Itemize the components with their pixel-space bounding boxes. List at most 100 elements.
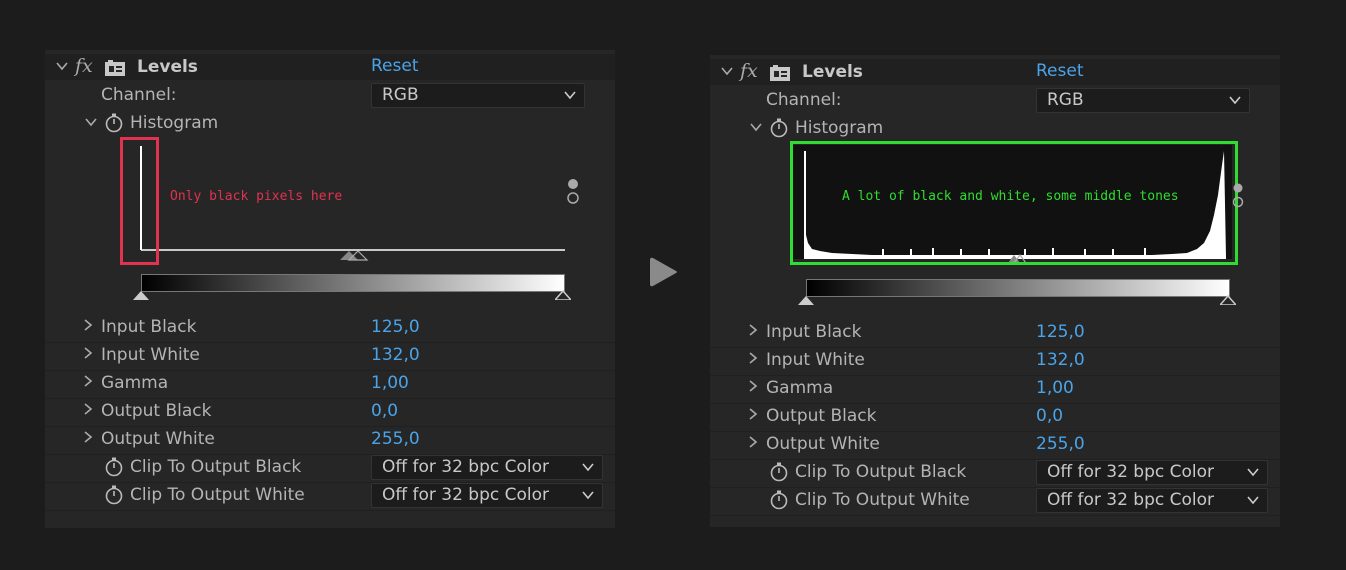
param-label: Output White [101,429,215,449]
param-value[interactable]: 132,0 [1036,350,1085,370]
param-row[interactable]: Input White 132,0 [45,342,615,371]
chevron-right-icon[interactable] [746,408,760,424]
stopwatch-icon[interactable] [770,490,788,510]
chevron-down-icon [1247,468,1259,477]
stopwatch-icon[interactable] [770,462,788,482]
chevron-right-icon[interactable] [81,319,95,335]
effect-header[interactable]: fx Levels Reset [710,59,1280,85]
chevron-right-icon[interactable] [746,324,760,340]
histogram-mode-toggle[interactable] [1232,183,1244,209]
chevron-right-icon[interactable] [81,375,95,391]
param-label: Input Black [766,322,862,342]
param-value[interactable]: 1,00 [1036,378,1074,398]
highlight-box [120,137,159,265]
clip-row: Clip To Output Black Off for 32 bpc Colo… [710,459,1280,488]
histogram-label: Histogram [130,113,219,133]
clip-value: Off for 32 bpc Color [1047,462,1215,482]
param-value[interactable]: 0,0 [371,401,398,421]
chevron-down-icon[interactable] [749,120,763,136]
effect-header[interactable]: fx Levels Reset [45,54,615,80]
effect-icon [770,65,790,81]
play-arrow-icon [650,257,677,287]
effect-title: Levels [137,57,198,77]
input-gradient-bar [806,279,1230,297]
channel-value: RGB [1047,90,1084,110]
histogram-row: Histogram [710,115,1280,143]
clip-dropdown[interactable]: Off for 32 bpc Color [1036,460,1268,485]
chevron-right-icon[interactable] [746,352,760,368]
output-black-slider[interactable] [798,295,814,305]
param-row[interactable]: Input White 132,0 [710,347,1280,376]
chevron-down-icon [582,491,594,500]
channel-row: Channel: RGB [45,82,615,110]
param-value[interactable]: 1,00 [371,373,409,393]
clip-value: Off for 32 bpc Color [382,485,550,505]
effect-icon [105,60,125,76]
histogram-row: Histogram [45,110,615,138]
param-row[interactable]: Output White 255,0 [45,426,615,455]
clip-label: Clip To Output White [130,485,305,505]
clip-label: Clip To Output Black [130,457,302,477]
chevron-right-icon[interactable] [81,403,95,419]
annotation-text: A lot of black and white, some middle to… [842,189,1179,204]
param-label: Input White [766,350,865,370]
fx-icon[interactable]: fx [740,60,758,82]
clip-label: Clip To Output White [795,490,970,510]
chevron-right-icon[interactable] [81,347,95,363]
output-black-slider[interactable] [133,290,149,300]
chevron-right-icon[interactable] [746,380,760,396]
clip-value: Off for 32 bpc Color [382,457,550,477]
clip-row: Clip To Output White Off for 32 bpc Colo… [710,487,1280,516]
chevron-right-icon[interactable] [746,436,760,452]
chevron-down-icon[interactable] [720,64,734,80]
clip-dropdown[interactable]: Off for 32 bpc Color [371,455,603,480]
param-label: Output Black [766,406,877,426]
channel-label: Channel: [101,85,177,105]
param-value[interactable]: 132,0 [371,345,420,365]
param-label: Input Black [101,317,197,337]
stopwatch-icon[interactable] [770,118,788,138]
param-row[interactable]: Output White 255,0 [710,431,1280,460]
param-value[interactable]: 255,0 [1036,434,1085,454]
param-row[interactable]: Gamma 1,00 [45,370,615,399]
stopwatch-icon[interactable] [105,457,123,477]
clip-row: Clip To Output White Off for 32 bpc Colo… [45,482,615,511]
reset-link[interactable]: Reset [1036,61,1084,81]
clip-row: Clip To Output Black Off for 32 bpc Colo… [45,454,615,483]
chevron-down-icon [1229,96,1241,105]
effect-panel-before: fx Levels Reset Channel: RGB Histogram O… [45,50,615,528]
clip-label: Clip To Output Black [795,462,967,482]
output-white-slider[interactable] [555,290,571,300]
param-label: Output Black [101,401,212,421]
chevron-down-icon[interactable] [55,59,69,75]
clip-value: Off for 32 bpc Color [1047,490,1215,510]
param-value[interactable]: 125,0 [371,317,420,337]
param-label: Gamma [766,378,834,398]
clip-dropdown[interactable]: Off for 32 bpc Color [1036,488,1268,513]
param-label: Gamma [101,373,169,393]
chevron-down-icon[interactable] [84,115,98,131]
channel-value: RGB [382,85,419,105]
output-white-slider[interactable] [1220,295,1236,305]
chevron-down-icon [564,91,576,100]
channel-dropdown[interactable]: RGB [371,83,585,108]
param-row[interactable]: Output Black 0,0 [45,398,615,427]
annotation-text: Only black pixels here [170,189,343,204]
histogram-mode-toggle[interactable] [566,178,580,206]
reset-link[interactable]: Reset [371,56,419,76]
param-value[interactable]: 0,0 [1036,406,1063,426]
clip-dropdown[interactable]: Off for 32 bpc Color [371,483,603,508]
effect-panel-after: fx Levels Reset Channel: RGB Histogram A… [710,55,1280,527]
param-row[interactable]: Gamma 1,00 [710,375,1280,404]
channel-dropdown[interactable]: RGB [1036,88,1250,113]
fx-icon[interactable]: fx [75,55,93,77]
param-row[interactable]: Output Black 0,0 [710,403,1280,432]
param-row[interactable]: Input Black 125,0 [710,319,1280,348]
stopwatch-icon[interactable] [105,485,123,505]
param-row[interactable]: Input Black 125,0 [45,314,615,343]
param-value[interactable]: 255,0 [371,429,420,449]
param-value[interactable]: 125,0 [1036,322,1085,342]
stopwatch-icon[interactable] [105,113,123,133]
chevron-down-icon [582,463,594,472]
chevron-right-icon[interactable] [81,431,95,447]
